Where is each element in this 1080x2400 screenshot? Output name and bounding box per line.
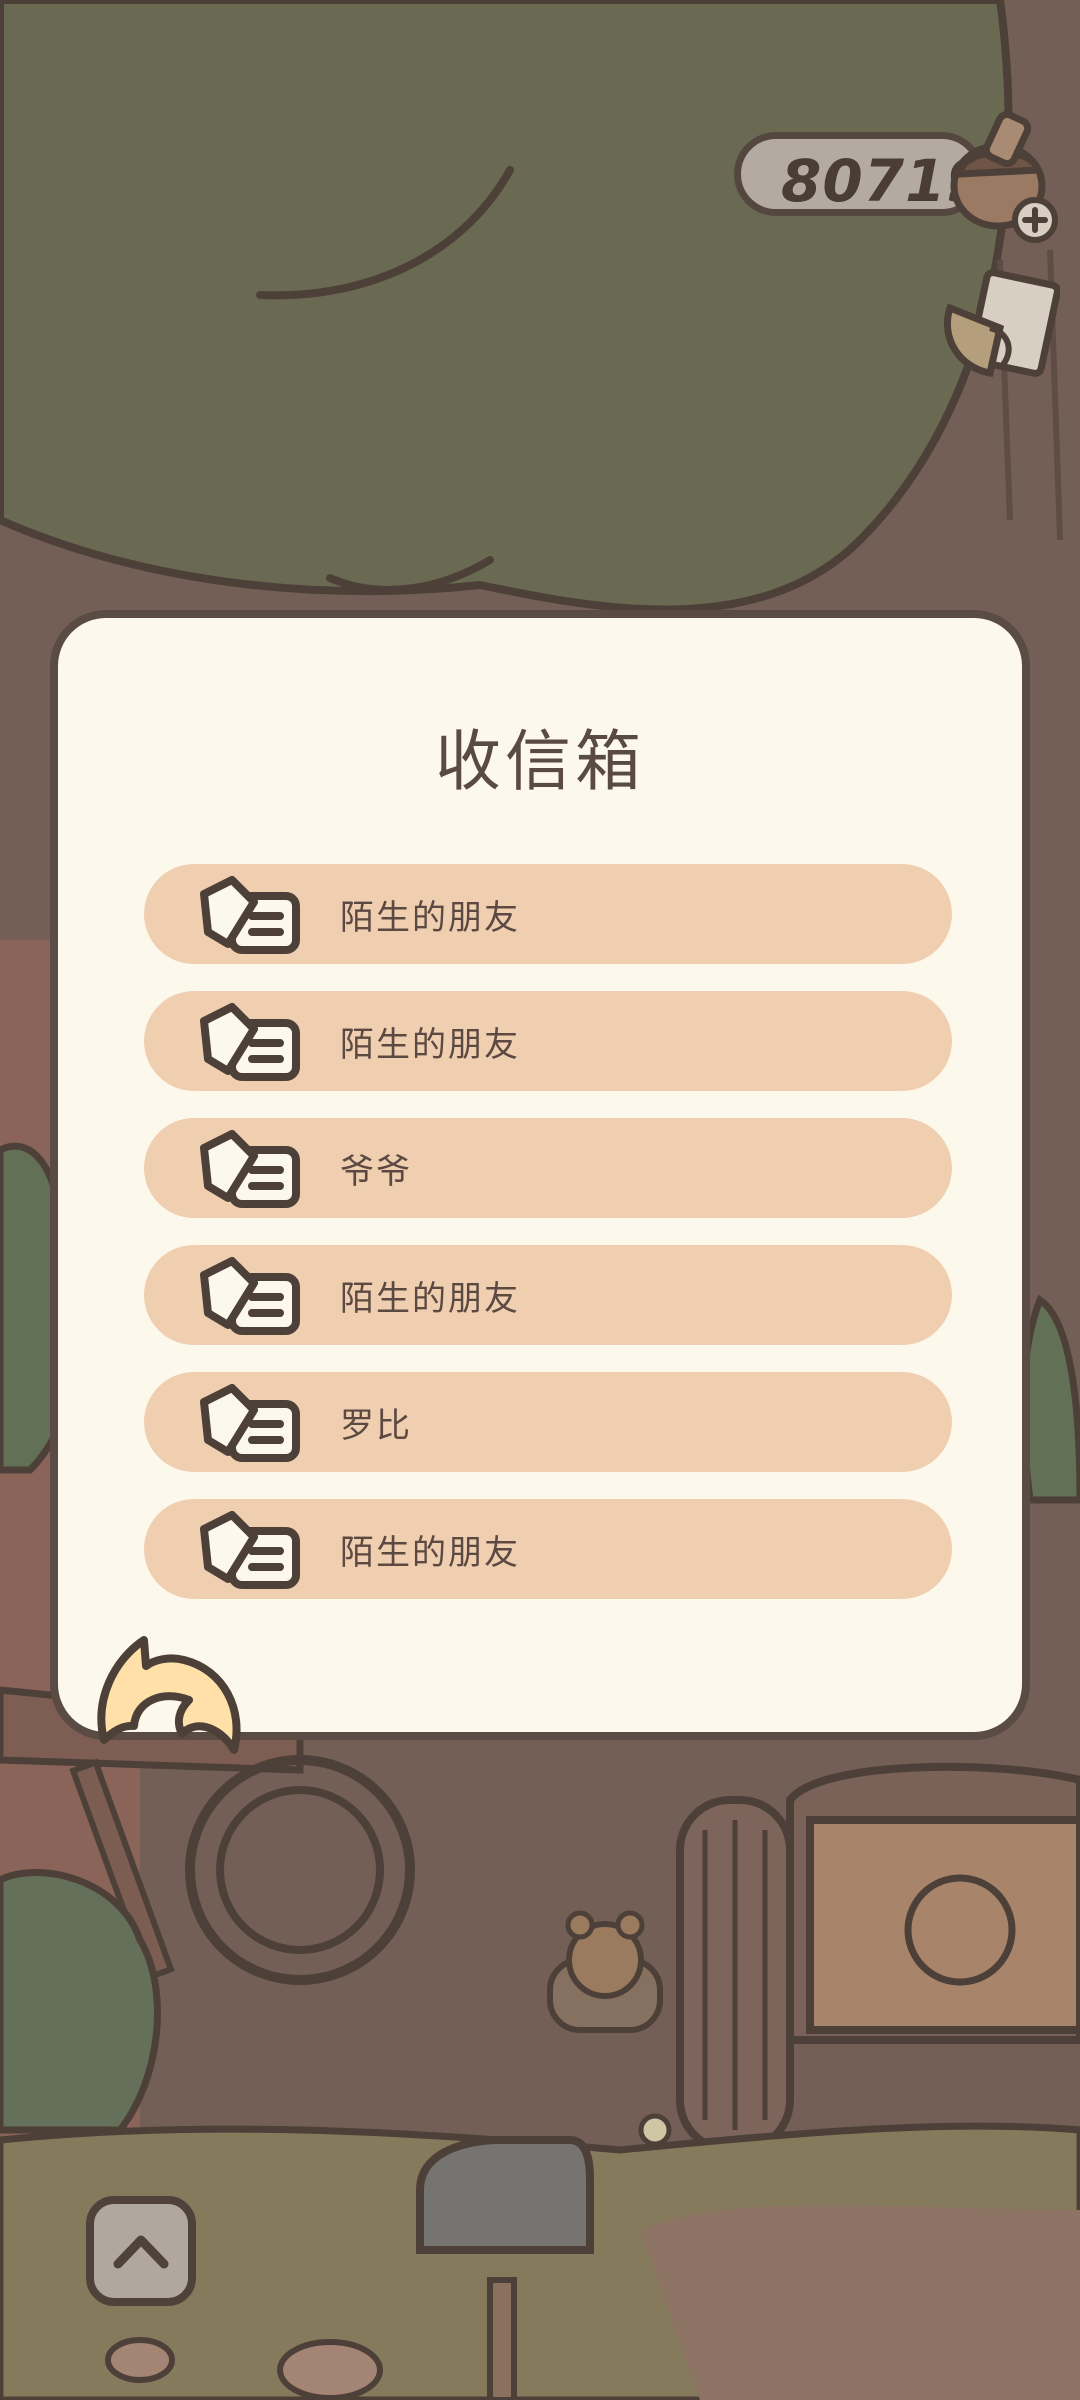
envelope-icon [200, 1384, 300, 1462]
mail-item[interactable]: 爷爷 [144, 1118, 952, 1218]
mail-item[interactable]: 陌生的朋友 [144, 1499, 952, 1599]
mail-item[interactable]: 陌生的朋友 [144, 864, 952, 964]
chevron-up-icon [113, 2235, 169, 2269]
envelope-icon [200, 876, 300, 954]
mail-sender: 陌生的朋友 [340, 1533, 520, 1573]
envelope-icon [200, 1257, 300, 1335]
mail-sender: 陌生的朋友 [340, 1025, 520, 1065]
expand-menu-button[interactable] [86, 2196, 196, 2306]
envelope-icon [200, 1003, 300, 1081]
curved-back-arrow-icon [97, 1636, 241, 1754]
mail-sender: 陌生的朋友 [340, 1279, 520, 1319]
acorn-icon[interactable] [940, 108, 1060, 248]
mail-item[interactable]: 陌生的朋友 [144, 1245, 952, 1345]
mail-sender: 罗比 [340, 1406, 412, 1446]
mail-note-icon[interactable] [930, 268, 1060, 388]
inbox-title: 收信箱 [435, 723, 645, 800]
envelope-icon [200, 1130, 300, 1208]
mail-item[interactable]: 陌生的朋友 [144, 991, 952, 1091]
mail-sender: 爷爷 [340, 1152, 412, 1192]
back-button[interactable] [84, 1630, 244, 1780]
envelope-icon [200, 1511, 300, 1589]
inbox-dialog: 收信箱 陌生的朋友 陌生的朋友 爷爷 陌生的朋友 罗比 陌生的朋友 [50, 610, 1030, 1740]
mail-list: 陌生的朋友 陌生的朋友 爷爷 陌生的朋友 罗比 陌生的朋友 [144, 864, 952, 1626]
mail-item[interactable]: 罗比 [144, 1372, 952, 1472]
mail-sender: 陌生的朋友 [340, 898, 520, 938]
